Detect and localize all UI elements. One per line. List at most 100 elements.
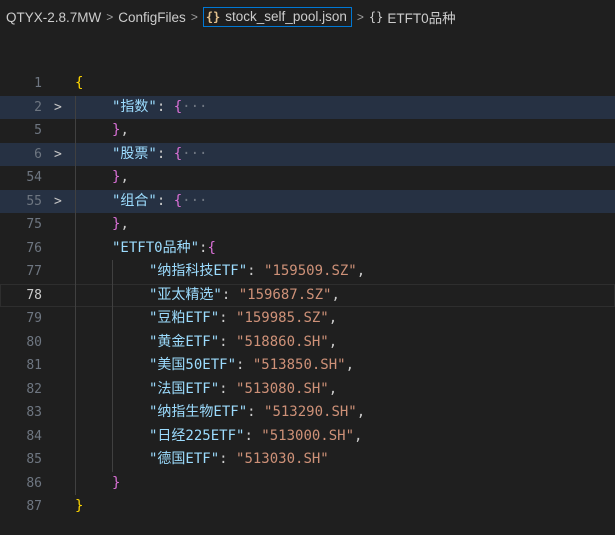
code-token: , — [345, 357, 355, 373]
code-line[interactable]: 77 "纳指科技ETF": "159509.SZ", — [0, 260, 615, 284]
fold-chevron-icon[interactable]: > — [54, 143, 66, 167]
code-line[interactable]: 78 "亚太精选": "159687.SZ", — [0, 283, 615, 308]
line-number: 83 — [26, 405, 42, 420]
breadcrumb-file-label: stock_self_pool.json — [225, 9, 347, 24]
code-token: "513080.SH" — [236, 380, 329, 397]
code-token: : — [247, 263, 265, 279]
line-number: 80 — [26, 334, 42, 350]
code-token: "纳指生物ETF" — [149, 404, 248, 420]
code-line[interactable]: 80 "黄金ETF": "518860.SH", — [0, 331, 615, 355]
code-token: : — [247, 404, 265, 420]
code-line[interactable]: 76 "ETFT0品种":{ — [0, 237, 615, 261]
code-text: "德国ETF": "513030.SH" — [149, 448, 329, 472]
line-number: 81 — [26, 358, 42, 373]
code-token: : — [219, 380, 237, 397]
code-text: "日经225ETF": "513000.SH", — [149, 425, 362, 449]
line-number: 87 — [26, 499, 42, 514]
code-token: "股票" — [112, 145, 157, 162]
code-line[interactable]: 82 "法国ETF": "513080.SH", — [0, 378, 615, 402]
code-token: "组合" — [112, 192, 157, 209]
code-text: "指数": {··· — [112, 96, 207, 120]
fold-chevron-icon[interactable]: > — [54, 96, 66, 120]
breadcrumb: QTYX-2.8.7MW > ConfigFiles > {} stock_se… — [0, 0, 615, 34]
line-number: 82 — [26, 381, 42, 397]
code-token: } — [75, 498, 84, 514]
code-token: "亚太精选" — [149, 286, 222, 303]
code-token: , — [120, 122, 129, 138]
code-line[interactable]: 54}, — [0, 166, 615, 190]
code-token: , — [120, 216, 129, 232]
code-token: "美国50ETF" — [149, 357, 237, 373]
code-text: }, — [112, 119, 129, 143]
code-token: , — [120, 169, 129, 185]
code-token: : — [221, 286, 239, 303]
code-text: } — [112, 472, 120, 496]
breadcrumb-folder-configfiles[interactable]: ConfigFiles — [118, 10, 186, 25]
code-token: { — [207, 239, 216, 256]
code-token: "日经225ETF" — [149, 427, 245, 444]
line-number: 85 — [26, 452, 42, 467]
line-number: 78 — [26, 287, 42, 303]
code-line[interactable]: 55 > "组合": {··· — [0, 189, 615, 214]
code-token: , — [328, 333, 338, 350]
line-number: 2 — [34, 99, 42, 115]
code-token: , — [328, 380, 338, 397]
code-token: "513850.SH" — [252, 357, 346, 373]
code-token: "518860.SH" — [236, 333, 329, 350]
code-token: : — [156, 145, 174, 162]
breadcrumb-file[interactable]: {} stock_self_pool.json — [202, 7, 352, 27]
chevron-right-icon: > — [106, 10, 114, 24]
code-line[interactable]: 87} — [0, 495, 615, 519]
line-number: 75 — [26, 217, 42, 232]
indent-guide — [75, 95, 76, 495]
code-line[interactable]: 1{ — [0, 72, 615, 96]
indent-guide — [112, 260, 113, 472]
breadcrumb-folder-root[interactable]: QTYX-2.8.7MW — [6, 10, 101, 25]
code-line[interactable]: 84 "日经225ETF": "513000.SH", — [0, 425, 615, 449]
code-text: "组合": {··· — [112, 190, 207, 214]
code-token: ··· — [182, 145, 208, 162]
code-line[interactable]: 85 "德国ETF": "513030.SH" — [0, 448, 615, 472]
line-number: 77 — [26, 264, 42, 279]
code-token: "159985.SZ" — [236, 310, 329, 326]
object-symbol-icon: {} — [368, 10, 384, 24]
fold-chevron-icon[interactable]: > — [54, 190, 66, 214]
code-line[interactable]: 2 > "指数": {··· — [0, 95, 615, 120]
code-editor[interactable]: 1{2 > "指数": {··· 5}, 6 > "股票": {··· 54}, 55 > "组合"… — [0, 72, 615, 519]
code-token: "纳指科技ETF" — [149, 263, 248, 279]
code-line[interactable]: 81 "美国50ETF": "513850.SH", — [0, 354, 615, 378]
code-text: }, — [112, 166, 129, 190]
chevron-right-icon: > — [356, 10, 364, 24]
breadcrumb-symbol[interactable]: {} ETFT0品种 — [369, 7, 456, 27]
code-text: "美国50ETF": "513850.SH", — [149, 354, 354, 378]
code-line[interactable]: 79 "豆粕ETF": "159985.SZ", — [0, 307, 615, 331]
code-line[interactable]: 5}, — [0, 119, 615, 143]
code-token: : — [219, 451, 237, 467]
json-file-icon: {} — [205, 9, 221, 24]
code-token: ··· — [182, 192, 208, 209]
code-token: : — [236, 357, 253, 373]
code-line[interactable]: 75}, — [0, 213, 615, 237]
code-text: "股票": {··· — [112, 143, 207, 167]
code-token: , — [356, 263, 366, 279]
code-token: : — [156, 192, 174, 209]
line-number: 79 — [26, 311, 42, 326]
code-text: "纳指科技ETF": "159509.SZ", — [149, 260, 365, 284]
code-text: "亚太精选": "159687.SZ", — [149, 284, 340, 308]
code-token: { — [173, 192, 183, 209]
code-token: "黄金ETF" — [149, 333, 220, 350]
code-text: }, — [112, 213, 129, 237]
code-text: "黄金ETF": "518860.SH", — [149, 331, 337, 355]
code-token: "513000.SH" — [261, 427, 355, 444]
line-number: 55 — [26, 193, 42, 209]
code-token: "513030.SH" — [236, 451, 329, 467]
code-text: "纳指生物ETF": "513290.SH", — [149, 401, 365, 425]
code-line[interactable]: 6 > "股票": {··· — [0, 142, 615, 167]
breadcrumb-symbol-label: ETFT0品种 — [387, 11, 456, 26]
code-line[interactable]: 86} — [0, 472, 615, 496]
code-line[interactable]: 83 "纳指生物ETF": "513290.SH", — [0, 401, 615, 425]
code-text: { — [75, 72, 83, 96]
code-token: "豆粕ETF" — [149, 310, 220, 326]
chevron-right-icon: > — [190, 10, 198, 24]
line-number: 5 — [34, 123, 42, 138]
